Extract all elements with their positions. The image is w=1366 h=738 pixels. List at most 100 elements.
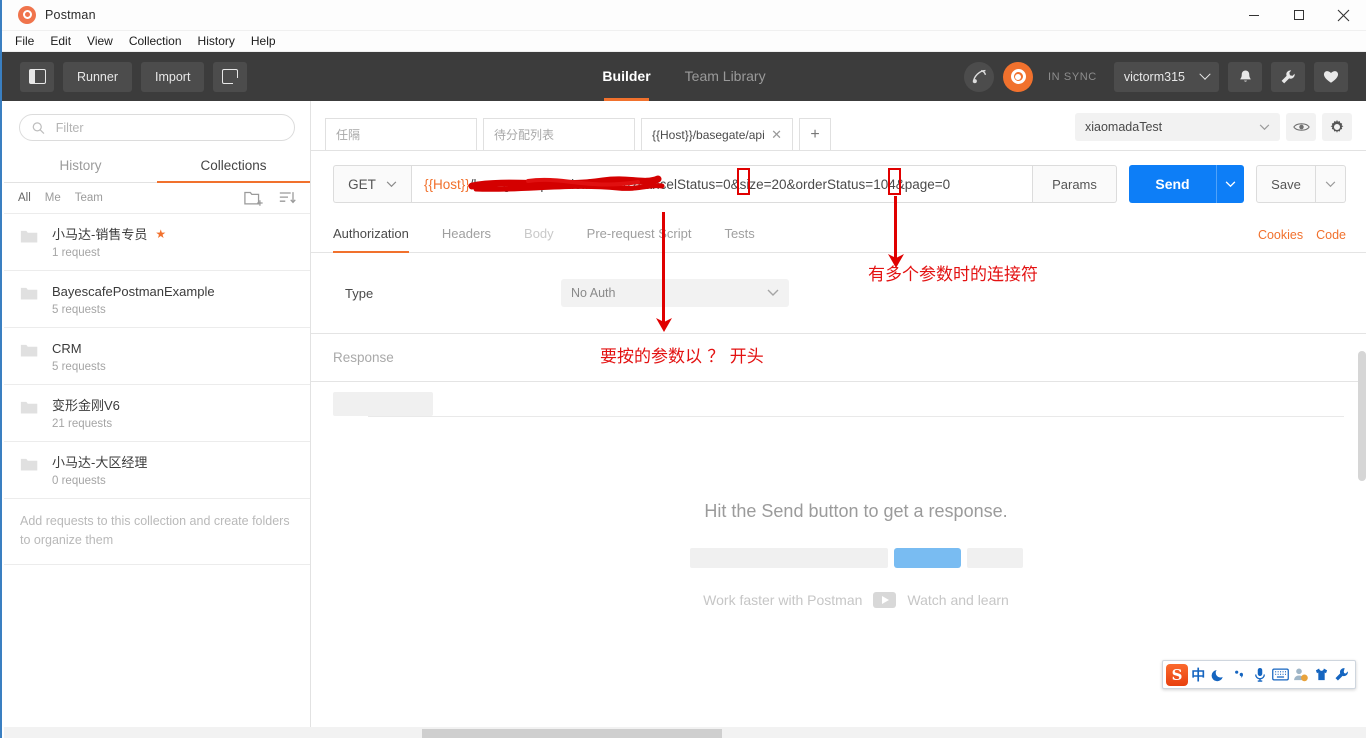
- scope-filter-all[interactable]: All: [18, 192, 31, 204]
- add-request-tab-button[interactable]: +: [799, 118, 831, 150]
- send-options-button[interactable]: [1216, 165, 1244, 203]
- new-folder-icon[interactable]: [244, 190, 264, 206]
- sidebar-scope-filters: All Me Team: [4, 183, 310, 214]
- request-tab-label: 待分配列表: [494, 128, 555, 142]
- environment-selected-label: xiaomadaTest: [1085, 120, 1163, 134]
- folder-icon: [20, 344, 38, 357]
- minimize-button[interactable]: [1231, 0, 1276, 31]
- method-select[interactable]: GET: [333, 165, 411, 203]
- manage-environments-button[interactable]: [1322, 113, 1352, 141]
- menu-item-collection[interactable]: Collection: [129, 31, 182, 52]
- menu-item-history[interactable]: History: [198, 31, 235, 52]
- menu-item-view[interactable]: View: [87, 31, 113, 52]
- tab-body[interactable]: Body: [524, 217, 554, 252]
- save-options-button[interactable]: [1316, 165, 1346, 203]
- request-tab-3[interactable]: {{Host}}/basegate/api ✕: [641, 118, 793, 150]
- request-tab-2[interactable]: 待分配列表: [483, 118, 635, 150]
- collection-request-count: 1 request: [52, 247, 100, 259]
- chevron-down-icon: [1225, 180, 1236, 187]
- tab-pre-request-script[interactable]: Pre-request Script: [587, 217, 692, 252]
- tab-builder[interactable]: Builder: [602, 52, 651, 101]
- broadcast-button[interactable]: [964, 61, 995, 92]
- moon-icon[interactable]: [1209, 662, 1230, 688]
- menu-item-help[interactable]: Help: [251, 31, 276, 52]
- sidebar-tab-history[interactable]: History: [4, 150, 157, 182]
- cookies-link[interactable]: Cookies: [1258, 228, 1303, 242]
- sogou-ime-toolbar[interactable]: S 中: [1162, 660, 1356, 689]
- list-item[interactable]: 变形金刚V6 21 requests: [4, 385, 310, 442]
- user-menu-button[interactable]: victorm315: [1113, 61, 1219, 92]
- send-button[interactable]: Send: [1129, 165, 1216, 203]
- satellite-icon: [972, 69, 986, 84]
- sidebar-tab-collections[interactable]: Collections: [157, 150, 310, 183]
- close-button[interactable]: [1321, 0, 1366, 31]
- postman-logo-icon: [18, 6, 36, 24]
- vertical-scrollbar[interactable]: [1358, 351, 1366, 481]
- collection-request-count: 5 requests: [52, 304, 106, 316]
- save-button[interactable]: Save: [1256, 165, 1316, 203]
- auth-type-row: Type No Auth: [311, 253, 1366, 334]
- skeleton-bar-highlight: [893, 548, 961, 568]
- sidebar: History Collections All Me Team: [4, 101, 311, 738]
- tab-authorization[interactable]: Authorization: [333, 217, 409, 253]
- maximize-button[interactable]: [1276, 0, 1321, 31]
- tab-headers[interactable]: Headers: [442, 217, 491, 252]
- request-tab-1[interactable]: 任隔: [325, 118, 477, 150]
- url-host-variable: {{Host}}: [424, 176, 470, 192]
- sort-icon[interactable]: [278, 190, 298, 206]
- notifications-button[interactable]: [1228, 61, 1262, 92]
- menu-item-file[interactable]: File: [15, 31, 34, 52]
- collection-empty-note: Add requests to this collection and crea…: [4, 499, 310, 565]
- folder-icon: [20, 458, 38, 471]
- skeleton-bar-left: [689, 548, 888, 568]
- redaction-scribble: [468, 175, 665, 192]
- list-item[interactable]: BayescafePostmanExample 5 requests: [4, 271, 310, 328]
- chevron-down-icon: [767, 286, 779, 300]
- list-item[interactable]: 小马达-销售专员 ★ 1 request: [4, 214, 310, 271]
- tools-wrench-icon[interactable]: [1332, 662, 1353, 688]
- settings-wrench-button[interactable]: [1271, 61, 1305, 92]
- auth-type-select[interactable]: No Auth: [561, 279, 789, 307]
- url-input[interactable]: {{Host}}/basegate/api/order/search?cance…: [411, 165, 1033, 203]
- window-controls: [1231, 0, 1366, 31]
- list-item[interactable]: CRM 5 requests: [4, 328, 310, 385]
- response-header-row: Response: [311, 334, 1366, 382]
- list-item[interactable]: 小马达-大区经理 0 requests: [4, 442, 310, 499]
- favorites-button[interactable]: [1314, 61, 1348, 92]
- response-empty-state: Hit the Send button to get a response. W…: [368, 416, 1344, 738]
- collection-request-count: 0 requests: [52, 475, 106, 487]
- sogou-logo-icon[interactable]: S: [1166, 663, 1188, 686]
- ime-language-mode[interactable]: 中: [1191, 665, 1205, 685]
- code-link[interactable]: Code: [1316, 228, 1346, 242]
- tab-tests[interactable]: Tests: [724, 217, 754, 252]
- filter-box[interactable]: [19, 114, 295, 141]
- chevron-down-icon: [1199, 68, 1211, 80]
- collection-list: 小马达-销售专员 ★ 1 request BayescafePostmanExa…: [4, 214, 310, 565]
- keyboard-icon[interactable]: [1270, 662, 1291, 688]
- search-input[interactable]: [53, 119, 282, 136]
- mic-icon[interactable]: [1250, 662, 1271, 688]
- url-bar-row: GET {{Host}}/basegate/api/order/search?c…: [311, 151, 1366, 217]
- user-account-icon[interactable]: [1291, 662, 1312, 688]
- menu-item-edit[interactable]: Edit: [50, 31, 71, 52]
- response-toolbar: [311, 382, 1366, 416]
- collection-name: 小马达-大区经理: [52, 455, 148, 470]
- folder-icon: [20, 287, 38, 300]
- response-empty-title: Hit the Send button to get a response.: [704, 501, 1008, 521]
- close-icon[interactable]: ✕: [771, 127, 782, 143]
- params-button[interactable]: Params: [1033, 165, 1117, 203]
- save-group: Save: [1256, 165, 1346, 203]
- environment-select[interactable]: xiaomadaTest: [1075, 113, 1280, 141]
- scope-filter-team[interactable]: Team: [75, 192, 103, 204]
- request-tab-bar: 任隔 待分配列表 {{Host}}/basegate/api ✕ + xiaom…: [311, 101, 1366, 151]
- chevron-down-icon: [386, 180, 397, 187]
- watch-and-learn-link[interactable]: Watch and learn: [907, 592, 1008, 608]
- skin-icon[interactable]: [1311, 662, 1332, 688]
- punctuation-icon[interactable]: [1229, 662, 1250, 688]
- horizontal-scrollbar-thumb[interactable]: [422, 729, 722, 738]
- scope-filter-me[interactable]: Me: [45, 192, 61, 204]
- play-video-icon[interactable]: [873, 592, 897, 608]
- sidebar-tabs: History Collections: [4, 150, 310, 183]
- environment-quick-look-button[interactable]: [1286, 113, 1316, 141]
- tab-team-library[interactable]: Team Library: [685, 52, 766, 101]
